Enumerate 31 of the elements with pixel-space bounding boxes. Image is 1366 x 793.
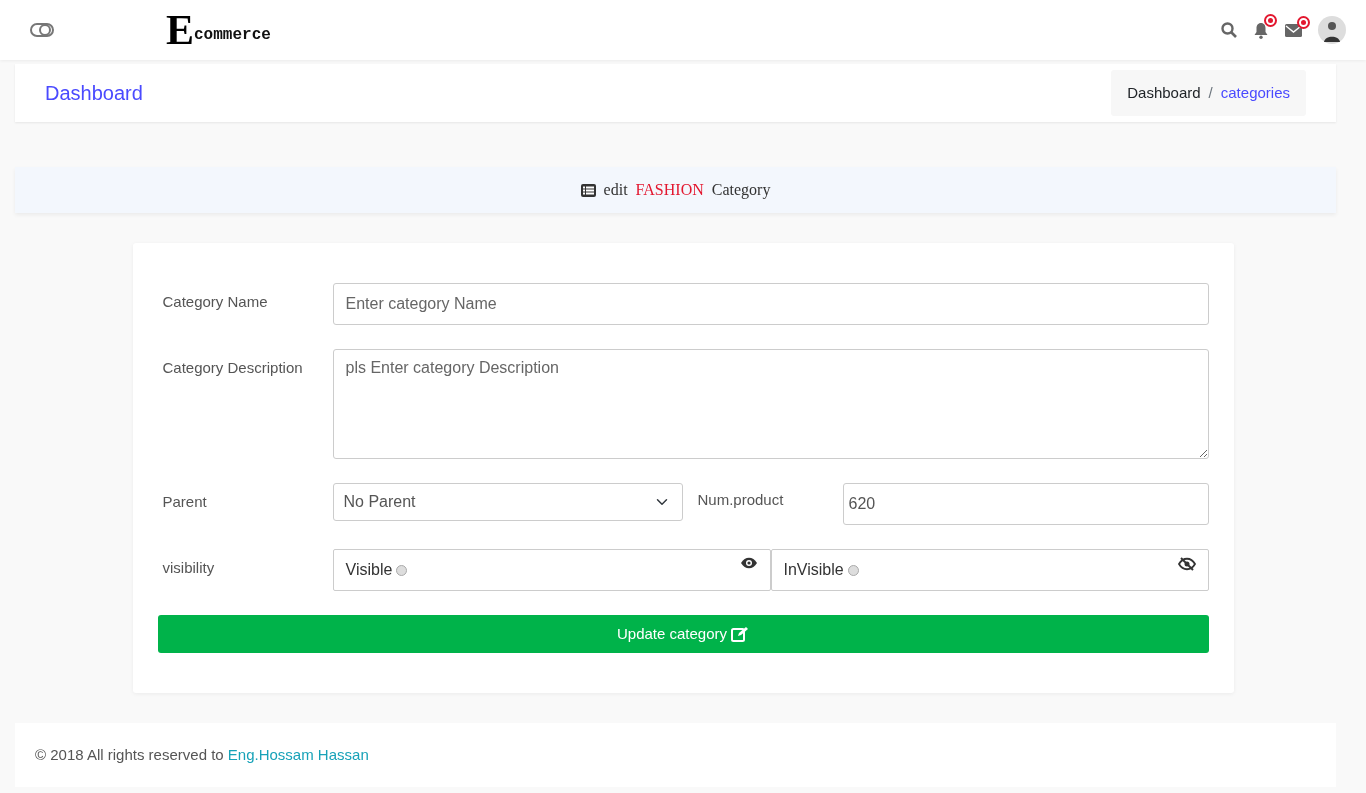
- visibility-option[interactable]: InVisible: [770, 549, 1209, 591]
- radio-button[interactable]: [847, 564, 859, 576]
- edit-icon: [731, 626, 750, 642]
- field-label: Parent: [162, 492, 208, 512]
- envelope-icon[interactable]: [1285, 23, 1302, 37]
- field-label: Category Name: [162, 292, 269, 312]
- logo[interactable]: Ecommerce: [166, 9, 271, 51]
- list-icon: [580, 183, 596, 197]
- breadcrumb-separator: /: [1208, 82, 1213, 103]
- name-field[interactable]: Enter category Name: [332, 283, 1209, 325]
- field-label: Category Description: [162, 358, 304, 378]
- number-field[interactable]: 620: [842, 483, 1209, 525]
- category-name: FASHION: [635, 180, 704, 200]
- visibility-option[interactable]: Visible: [332, 549, 771, 591]
- copyright-text: © 2018 All rights reserved to Eng.Hossam Hassan: [35, 744, 369, 765]
- bell-icon[interactable]: [1253, 21, 1269, 39]
- banner-text: Category: [711, 180, 771, 201]
- search-icon[interactable]: [1221, 22, 1237, 38]
- description-field[interactable]: pls Enter category Description: [332, 349, 1209, 459]
- radio-button[interactable]: [396, 564, 408, 576]
- field-label: Num.product: [696, 490, 785, 510]
- page-title: Dashboard: [45, 81, 143, 106]
- breadcrumb-item[interactable]: Dashboard: [1127, 81, 1201, 105]
- breadcrumb-item[interactable]: categories: [1220, 81, 1290, 105]
- eye-slash-icon: [1177, 557, 1196, 571]
- field-label: visibility: [162, 558, 216, 578]
- parent-select[interactable]: No Parent: [332, 483, 683, 521]
- eye-icon: [739, 557, 758, 569]
- banner-text: edit: [603, 180, 628, 200]
- toggle-icon[interactable]: [30, 23, 54, 37]
- avatar[interactable]: [1318, 16, 1346, 44]
